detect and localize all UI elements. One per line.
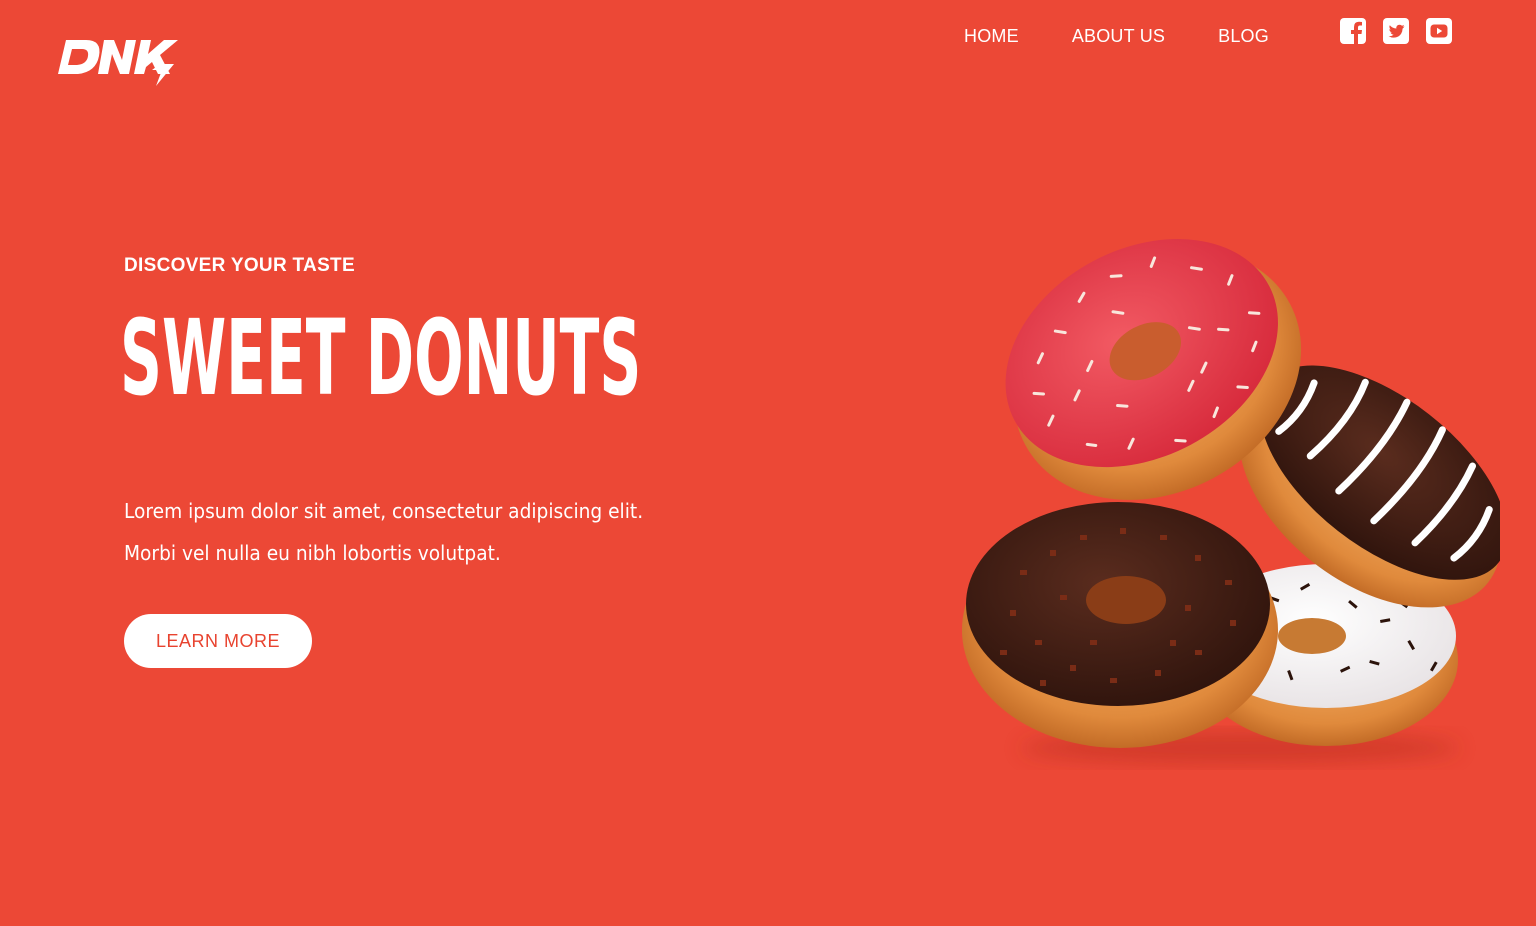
- hero-description-line-2: Morbi vel nulla eu nibh lobortis volutpa…: [124, 541, 501, 565]
- nav-item-blog[interactable]: BLOG: [1218, 24, 1269, 48]
- landing-page: HOME ABOUT US BLOG DISCOVER YOUR TASTE S…: [0, 0, 1536, 926]
- nav-item-about-us[interactable]: ABOUT US: [1072, 24, 1165, 48]
- main-nav: HOME ABOUT US BLOG: [964, 24, 1269, 48]
- chocolate-donut: [962, 502, 1278, 748]
- nav-item-home[interactable]: HOME: [964, 24, 1019, 48]
- brand-logo[interactable]: [56, 34, 184, 88]
- youtube-icon[interactable]: [1424, 16, 1454, 46]
- hero-description: Lorem ipsum dolor sit amet, consectetur …: [124, 490, 744, 574]
- donuts-image: [940, 200, 1500, 770]
- facebook-icon[interactable]: [1338, 16, 1368, 46]
- logo-icon: [58, 40, 178, 86]
- social-links: [1338, 16, 1454, 46]
- hero-eyebrow: DISCOVER YOUR TASTE: [124, 255, 355, 276]
- twitter-icon[interactable]: [1381, 16, 1411, 46]
- learn-more-button[interactable]: LEARN MORE: [124, 614, 312, 668]
- hero-title: SWEET DONUTS: [120, 297, 642, 419]
- hero-description-line-1: Lorem ipsum dolor sit amet, consectetur …: [124, 499, 644, 523]
